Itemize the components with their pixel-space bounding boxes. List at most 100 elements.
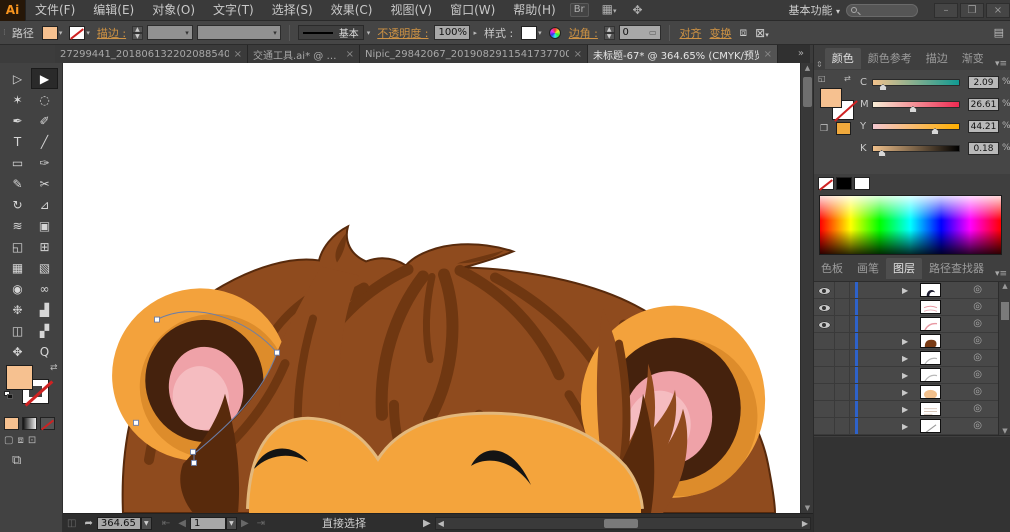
- layer-thumbnail[interactable]: [920, 351, 941, 365]
- export-icon[interactable]: ➦: [84, 518, 92, 529]
- tab-close-icon[interactable]: ×: [346, 49, 354, 60]
- panel-tab-路径查找器[interactable]: 路径查找器: [922, 258, 991, 279]
- draw-inside-icon[interactable]: ⊡: [28, 435, 36, 446]
- black-swatch[interactable]: [836, 177, 852, 190]
- slice-tool[interactable]: ▞: [31, 320, 58, 341]
- chevron-down-icon[interactable]: ▾: [86, 29, 90, 37]
- stroke-color-swatch[interactable]: [69, 26, 85, 40]
- chevron-down-icon[interactable]: ▾: [59, 29, 63, 37]
- symbol-sprayer-tool[interactable]: ❉: [4, 299, 31, 320]
- layer-thumbnail[interactable]: [920, 385, 941, 399]
- layer-thumbnail[interactable]: [920, 283, 941, 297]
- horizontal-scrollbar[interactable]: ◀ ▶: [435, 517, 811, 530]
- expand-triangle-icon[interactable]: ▶: [902, 422, 908, 431]
- paint-gradient-button[interactable]: [22, 417, 37, 430]
- web-safe-color-swatch[interactable]: [836, 122, 851, 135]
- lasso-tool[interactable]: ◌: [31, 89, 58, 110]
- width-tool[interactable]: ≋: [4, 215, 31, 236]
- bridge-icon[interactable]: Br: [570, 3, 589, 17]
- panel-tab-画笔[interactable]: 画笔: [850, 258, 886, 279]
- visibility-eye-icon[interactable]: [818, 321, 831, 329]
- minimize-button[interactable]: –: [934, 3, 958, 18]
- layer-target-icon[interactable]: ◎: [973, 420, 982, 432]
- menu-item[interactable]: 文件(F): [26, 0, 84, 21]
- expand-triangle-icon[interactable]: ▶: [902, 405, 908, 414]
- panel-fill-swatch[interactable]: [820, 88, 842, 108]
- free-transform-tool[interactable]: ▣: [31, 215, 58, 236]
- graph-tool[interactable]: ▟: [31, 299, 58, 320]
- color-spectrum-bar[interactable]: [819, 195, 1002, 255]
- layer-target-icon[interactable]: ◎: [973, 284, 982, 296]
- corner-link[interactable]: 边角 :: [569, 25, 598, 41]
- next-artboard-icon[interactable]: ▶: [241, 518, 249, 529]
- curvature-tool[interactable]: ✐: [31, 110, 58, 131]
- scroll-up-icon[interactable]: ▲: [999, 282, 1010, 290]
- menu-item[interactable]: 视图(V): [381, 0, 441, 21]
- layer-row[interactable]: ◎: [814, 299, 998, 316]
- slider-value[interactable]: 26.61: [968, 98, 999, 111]
- last-artboard-icon[interactable]: ⇥: [257, 518, 265, 529]
- prev-artboard-icon[interactable]: ◀: [178, 518, 186, 529]
- slider-track[interactable]: [872, 145, 960, 152]
- expand-triangle-icon[interactable]: ▶: [902, 388, 908, 397]
- fill-proxy-swatch[interactable]: [6, 365, 33, 390]
- type-tool[interactable]: T: [4, 131, 31, 152]
- collapse-panel-icon[interactable]: ⇕: [814, 60, 825, 69]
- color-tab-描边[interactable]: 描边: [919, 48, 955, 69]
- horizontal-scroll-thumb[interactable]: [604, 519, 638, 528]
- magic-wand-tool[interactable]: ✶: [4, 89, 31, 110]
- tab-close-icon[interactable]: ×: [234, 49, 242, 60]
- layer-row[interactable]: ▶◎: [814, 418, 998, 435]
- layer-target-icon[interactable]: ◎: [973, 386, 982, 398]
- layer-target-icon[interactable]: ◎: [973, 301, 982, 313]
- draw-behind-icon[interactable]: ⧈: [17, 435, 23, 446]
- status-expand-icon[interactable]: ▶: [423, 518, 431, 529]
- white-swatch[interactable]: [854, 177, 870, 190]
- expand-triangle-icon[interactable]: ▶: [902, 354, 908, 363]
- artboard-tool[interactable]: ◫: [4, 320, 31, 341]
- slider-value[interactable]: 0.18: [968, 142, 999, 155]
- tab-close-icon[interactable]: ×: [574, 49, 582, 60]
- artboard-number-field[interactable]: 1: [190, 517, 226, 530]
- document-tab[interactable]: 27299441_20180613220208854088.ai*×: [55, 45, 248, 63]
- expand-triangle-icon[interactable]: ▶: [902, 337, 908, 346]
- scroll-left-icon[interactable]: ◀: [438, 518, 444, 529]
- isolate-object-icon[interactable]: ⧈: [740, 25, 748, 40]
- expand-triangle-icon[interactable]: ▶: [902, 371, 908, 380]
- chevron-down-icon[interactable]: ▾: [367, 29, 371, 37]
- layer-target-icon[interactable]: ◎: [973, 369, 982, 381]
- select-similar-icon[interactable]: ⊠▾: [755, 26, 769, 40]
- artboard-dropdown-icon[interactable]: ▼: [226, 517, 237, 530]
- visibility-eye-icon[interactable]: [818, 304, 831, 312]
- corner-stepper[interactable]: ▲▼: [604, 26, 615, 40]
- restore-button[interactable]: ❒: [960, 3, 984, 18]
- layer-target-icon[interactable]: ◎: [973, 335, 982, 347]
- pencil-tool[interactable]: ✎: [4, 173, 31, 194]
- workspace-switch-icon[interactable]: ✥: [630, 4, 646, 16]
- paintbrush-tool[interactable]: ✑: [31, 152, 58, 173]
- document-tab[interactable]: 未标题-67* @ 364.65% (CMYK/预览)×: [588, 45, 778, 63]
- brush-definition-dropdown[interactable]: 基本: [298, 25, 364, 40]
- slider-track[interactable]: [872, 101, 960, 108]
- panel-menu-icon[interactable]: ▾≡: [995, 59, 1010, 69]
- layers-scroll-thumb[interactable]: [1001, 302, 1009, 320]
- visibility-eye-icon[interactable]: [818, 287, 831, 295]
- layer-target-icon[interactable]: ◎: [973, 403, 982, 415]
- panel-menu-icon[interactable]: ▾≡: [995, 269, 1010, 279]
- document-tab[interactable]: Nipic_29842067_20190829115417377000.ai*×: [360, 45, 588, 63]
- fill-color-swatch[interactable]: [42, 26, 58, 40]
- gradient-tool[interactable]: ▧: [31, 257, 58, 278]
- out-of-web-color-icon[interactable]: ❒: [820, 124, 828, 134]
- document-tab[interactable]: 交通工具.ai* @ …×: [248, 45, 360, 63]
- layer-thumbnail[interactable]: [920, 402, 941, 416]
- swap-fill-stroke-icon[interactable]: ⇄: [50, 363, 58, 373]
- tab-close-icon[interactable]: ×: [764, 49, 772, 60]
- zoom-dropdown-icon[interactable]: ▼: [141, 517, 152, 530]
- close-button[interactable]: ×: [986, 3, 1010, 18]
- chevron-right-icon[interactable]: ▸: [473, 29, 477, 37]
- scale-tool[interactable]: ⊿: [31, 194, 58, 215]
- color-tab-颜色[interactable]: 颜色: [825, 48, 861, 69]
- panel-tab-图层[interactable]: 图层: [886, 258, 922, 279]
- color-tab-颜色参考[interactable]: 颜色参考: [861, 48, 919, 69]
- tab-overflow-icon[interactable]: »: [792, 45, 810, 63]
